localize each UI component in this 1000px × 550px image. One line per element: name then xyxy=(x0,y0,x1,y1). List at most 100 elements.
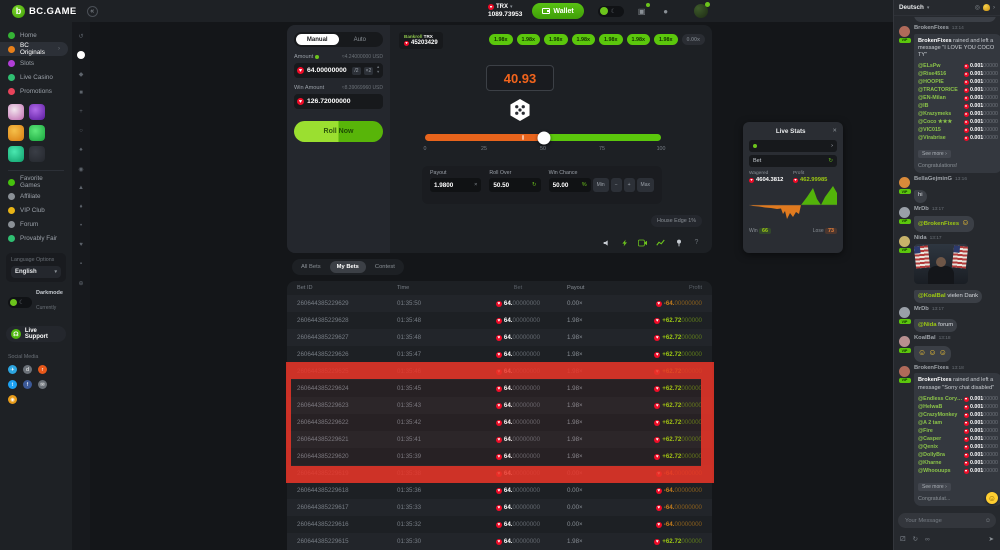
send-icon[interactable]: ➤ xyxy=(989,535,994,543)
rail-game-coin[interactable]: ◆ xyxy=(77,70,85,78)
mention-link[interactable]: @Nida xyxy=(918,322,937,328)
chat-username[interactable]: BrokenFixes xyxy=(914,26,949,32)
history-icon[interactable]: ↻ xyxy=(913,535,918,543)
sidebar-item-vip-club[interactable]: VIP Club xyxy=(0,203,72,217)
rain-recipient-name[interactable]: @Krazymeks xyxy=(918,111,964,117)
browser-icon[interactable]: ◉ xyxy=(8,395,17,404)
double-button[interactable]: ×2 xyxy=(364,67,374,75)
chat-username[interactable]: Nida xyxy=(914,236,927,242)
payout-input[interactable]: 1.9800 × xyxy=(430,178,481,192)
sidebar-item-slots[interactable]: Slots xyxy=(0,56,72,70)
win-amount-input[interactable]: 126.72000000 xyxy=(294,94,383,109)
table-row[interactable]: 26064438522961601:35:3264.000000000.00×-… xyxy=(297,516,702,533)
amount-stepper[interactable]: ▲ ▼ xyxy=(376,66,380,75)
user-avatar[interactable] xyxy=(694,4,708,18)
chance-button-min[interactable]: Min xyxy=(593,178,609,192)
game-tile-rocket[interactable] xyxy=(29,125,45,141)
bets-tab-my-bets[interactable]: My Bets xyxy=(330,261,366,273)
rail-game-keno[interactable]: • xyxy=(77,222,85,230)
chance-button-max[interactable]: Max xyxy=(637,178,654,192)
rail-game-tower[interactable]: ▪ xyxy=(77,260,85,268)
sidebar-item-provably-fair[interactable]: Provably Fair xyxy=(0,231,72,245)
roll-now-button[interactable]: Roll Now xyxy=(294,121,383,142)
rail-game-wheel[interactable]: ▲ xyxy=(77,184,85,192)
rewards-button[interactable]: ▣ xyxy=(636,5,648,17)
rain-recipient-name[interactable]: @HelwaB xyxy=(918,404,964,410)
rail-game-dice[interactable] xyxy=(77,51,85,59)
rain-recipient-name[interactable]: @VIC015 xyxy=(918,127,964,133)
live-support-button[interactable]: ☊ Live Support xyxy=(6,326,66,342)
darkmode-toggle[interactable]: ☾ xyxy=(8,297,32,308)
rain-recipient-name[interactable]: @Qenix xyxy=(918,444,964,450)
table-row[interactable]: 26064438522962301:35:4364.000000001.98×+… xyxy=(287,397,712,414)
chat-room-select[interactable]: Deutsch xyxy=(899,4,924,11)
roll-slider[interactable] xyxy=(425,134,661,141)
rain-recipient-name[interactable]: @ELsPw xyxy=(918,63,964,69)
step-down-icon[interactable]: ▼ xyxy=(376,71,380,75)
language-select[interactable]: English ▾ xyxy=(11,266,61,278)
avatar[interactable] xyxy=(899,336,910,347)
chance-button-−[interactable]: − xyxy=(611,178,622,192)
chance-button-+[interactable]: + xyxy=(624,178,635,192)
history-chip[interactable]: 1.98x xyxy=(544,34,568,45)
rail-game-crash[interactable]: + xyxy=(77,108,85,116)
theme-toggle[interactable]: ☾ xyxy=(598,6,624,17)
balance-selector[interactable]: TRX ▾ 1089.73953 xyxy=(488,4,522,18)
livestream-icon[interactable] xyxy=(638,238,647,247)
sound-icon[interactable] xyxy=(602,238,611,247)
table-row[interactable]: 26064438522962901:35:5064.000000000.00×-… xyxy=(287,295,712,312)
rain-recipient-name[interactable]: @DollyBra xyxy=(918,452,964,458)
table-row[interactable]: 26064438522962101:35:4164.000000001.98×+… xyxy=(287,431,712,448)
table-row[interactable]: 26064438522962801:35:4864.000000001.98×+… xyxy=(297,312,702,329)
history-chip[interactable]: 1.98x xyxy=(627,34,651,45)
table-row[interactable]: 26064438522962401:35:4564.000000001.98×+… xyxy=(297,380,702,397)
table-row[interactable]: 26064438522962501:35:4664.000000001.98×+… xyxy=(287,363,712,380)
table-row[interactable]: 26064438522962201:35:4264.000000001.98×+… xyxy=(297,414,702,431)
chat-username[interactable]: BellaGejminG xyxy=(914,177,952,183)
half-button[interactable]: /2 xyxy=(352,67,360,75)
game-tile-crystal[interactable] xyxy=(8,146,24,162)
twitter-icon[interactable]: t xyxy=(8,380,17,389)
sidebar-item-bc-originals[interactable]: BC Originals› xyxy=(0,42,68,56)
rail-game-swap[interactable]: ↺ xyxy=(77,32,85,40)
rain-recipient-name[interactable]: @IB xyxy=(918,103,964,109)
history-chip[interactable]: 1.98x xyxy=(599,34,623,45)
avatar[interactable] xyxy=(899,26,910,37)
rain-recipient-name[interactable]: @EN-Milan xyxy=(918,95,964,101)
history-chip[interactable]: 1.98x xyxy=(517,34,541,45)
facebook-icon[interactable]: f xyxy=(23,380,32,389)
avatar[interactable] xyxy=(899,207,910,218)
email-icon[interactable]: ✉ xyxy=(38,380,47,389)
rail-game-mines[interactable]: ♥ xyxy=(77,241,85,249)
avatar[interactable] xyxy=(899,177,910,188)
stats-currency-selector[interactable]: › xyxy=(749,140,837,152)
close-icon[interactable]: ✕ xyxy=(832,128,837,134)
seed-icon[interactable] xyxy=(674,238,683,247)
rain-recipient-name[interactable]: @Endless CoryE... xyxy=(918,396,964,402)
rain-recipient-name[interactable]: @Virabrise xyxy=(918,135,964,141)
stats-bet-row[interactable]: Bet ↻ xyxy=(749,155,837,167)
rain-recipient-name[interactable]: @Rise4516 xyxy=(918,71,964,77)
history-chip[interactable]: 1.98x xyxy=(489,34,513,45)
avatar[interactable] xyxy=(899,236,910,247)
see-more-button[interactable]: See more › xyxy=(918,150,951,158)
chat-username[interactable]: MrDb xyxy=(914,307,929,313)
chat-username[interactable]: MrDb xyxy=(914,207,929,213)
help-icon[interactable]: ? xyxy=(692,238,701,247)
emoji-reaction-button[interactable]: ☺ xyxy=(986,492,998,504)
reset-icon[interactable]: ↻ xyxy=(828,158,833,164)
rail-game-roulette[interactable]: ⊕ xyxy=(77,279,85,287)
see-more-button[interactable]: See more › xyxy=(918,483,951,491)
rain-recipient-name[interactable]: @CrazyMonkey xyxy=(918,412,964,418)
chat-collapse-icon[interactable]: › xyxy=(993,5,995,11)
mention-link[interactable]: @BrokenFixes xyxy=(918,221,959,227)
table-row[interactable]: 26064438522962001:35:3964.000000001.98×+… xyxy=(297,448,702,465)
rain-recipient-name[interactable]: @A 2 tam xyxy=(918,420,964,426)
avatar[interactable] xyxy=(899,307,910,318)
game-tile-candy[interactable] xyxy=(8,104,24,120)
rail-game-gem[interactable]: ○ xyxy=(77,127,85,135)
turbo-icon[interactable] xyxy=(620,238,629,247)
telegram-icon[interactable]: ✈ xyxy=(8,365,17,374)
rain-recipient-name[interactable]: @Whoouups xyxy=(918,468,964,474)
game-tile-cards[interactable] xyxy=(29,146,45,162)
